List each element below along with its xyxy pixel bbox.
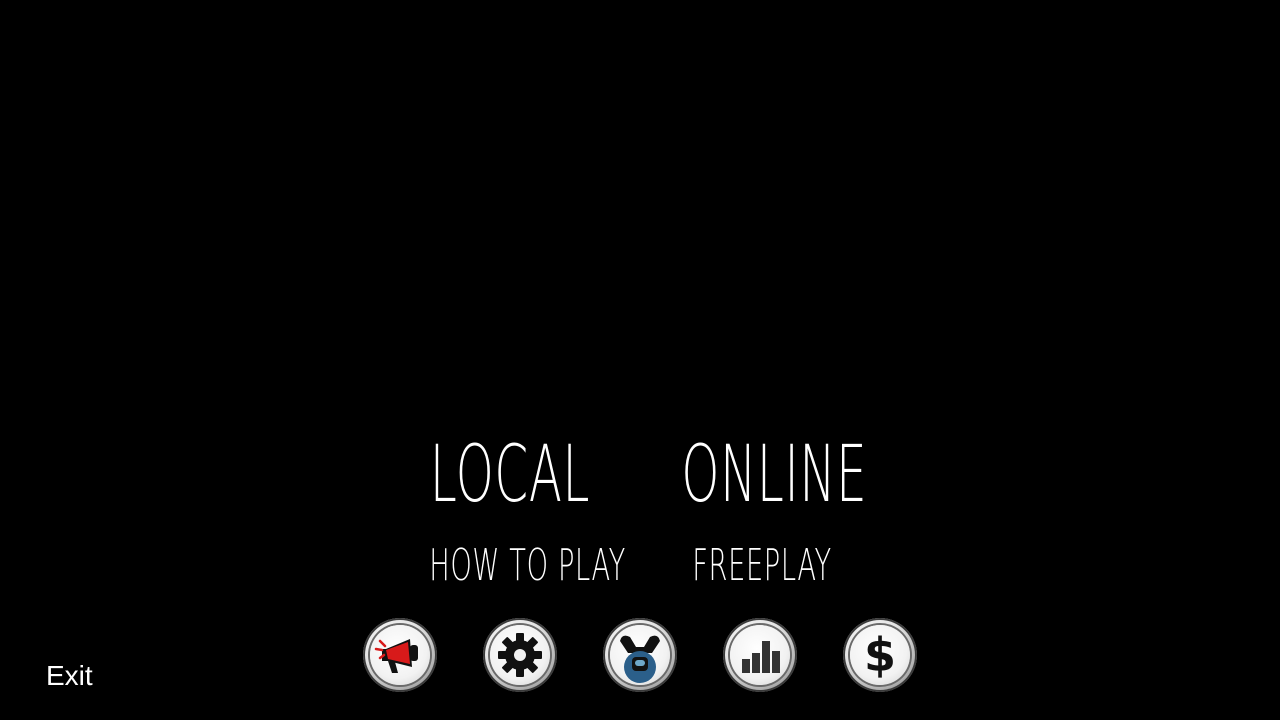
- online-button[interactable]: ONLINE: [681, 430, 866, 520]
- how-to-play-button[interactable]: HOW TO PLAY: [429, 540, 625, 591]
- exit-button[interactable]: Exit: [46, 660, 93, 692]
- announcement-button[interactable]: [363, 618, 437, 692]
- crewmate-account-icon: [620, 635, 660, 683]
- shop-button[interactable]: $: [843, 618, 917, 692]
- gear-icon: [498, 633, 542, 677]
- stats-button[interactable]: [723, 618, 797, 692]
- local-button[interactable]: LOCAL: [429, 430, 590, 520]
- freeplay-button[interactable]: FREEPLAY: [681, 540, 842, 591]
- megaphone-icon: [374, 639, 418, 673]
- dollar-icon: $: [863, 628, 896, 682]
- account-button[interactable]: [603, 618, 677, 692]
- settings-button[interactable]: [483, 618, 557, 692]
- bar-chart-icon: [742, 641, 780, 673]
